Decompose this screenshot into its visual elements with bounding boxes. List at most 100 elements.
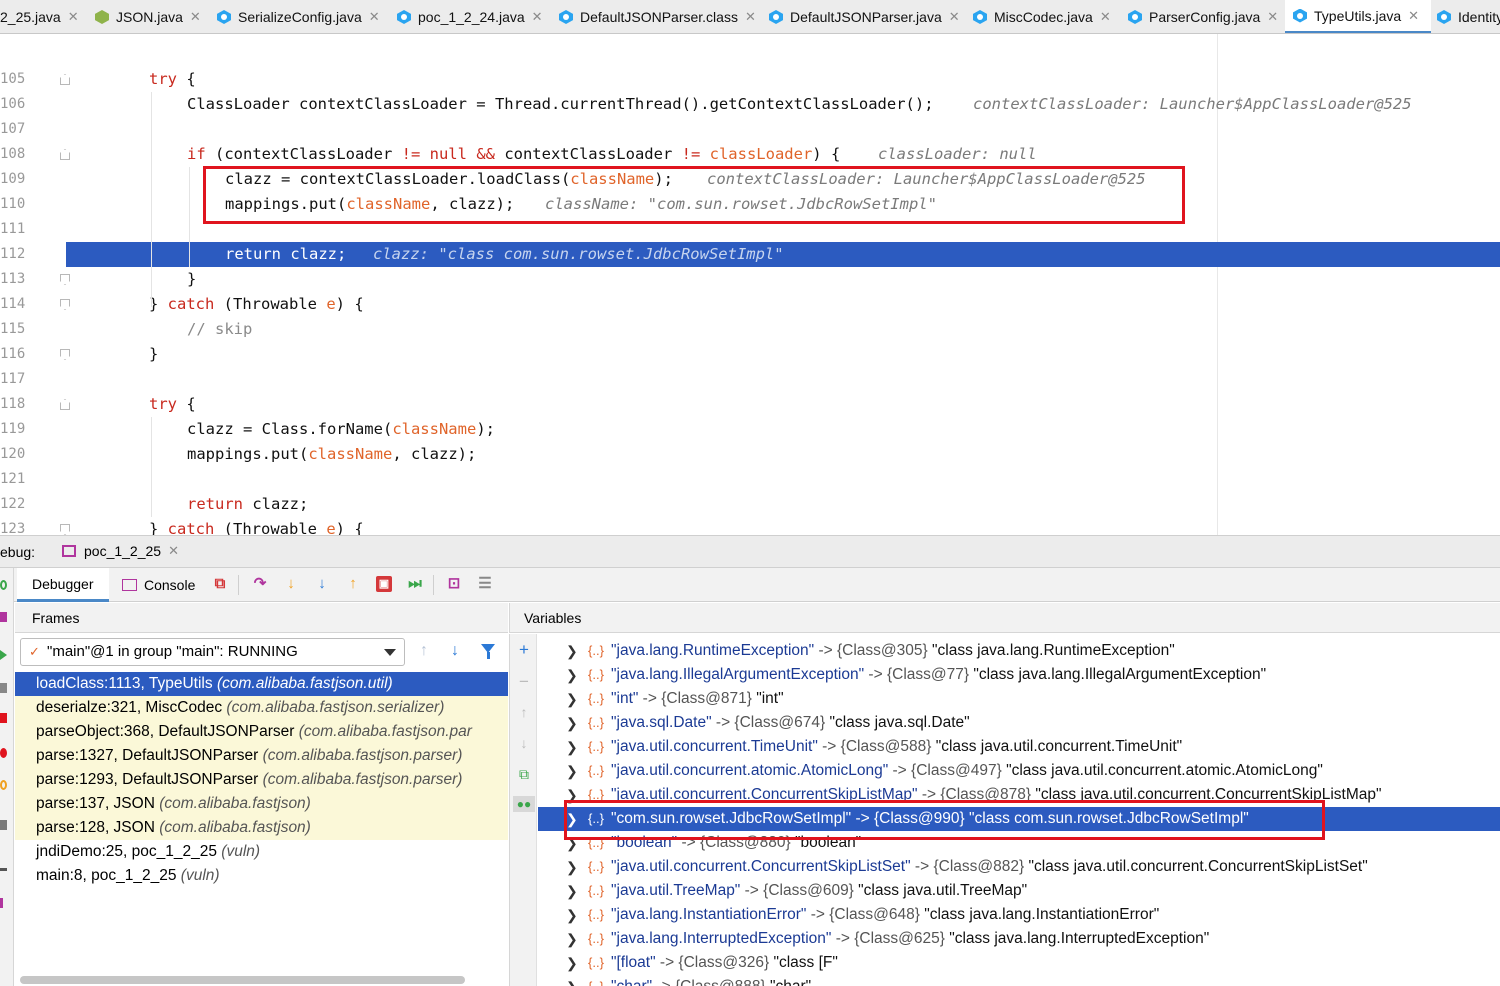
close-icon[interactable]: ✕ (369, 9, 380, 25)
variable-row[interactable]: ❯ {..} "java.util.concurrent.atomic.Atomi… (538, 759, 1500, 783)
expand-arrow-icon[interactable]: ❯ (566, 663, 578, 687)
tab-debugger[interactable]: Debugger (17, 568, 109, 602)
tab-typeutils-java[interactable]: TypeUtils.java ✕ (1285, 0, 1432, 33)
expand-arrow-icon[interactable]: ❯ (566, 711, 578, 735)
tab-identity[interactable]: Identity (1437, 0, 1500, 33)
variable-row[interactable]: ❯ {..} "java.lang.InterruptedException" -… (538, 927, 1500, 951)
fold-marker-icon[interactable] (60, 74, 70, 85)
variable-row[interactable]: ❯ {..} "java.util.concurrent.ConcurrentSk… (538, 855, 1500, 879)
code-editor[interactable]: 105 106 try { 107 ClassLoader contextCla… (0, 34, 1500, 535)
tab-parserconfig-java[interactable]: ParserConfig.java ✕ (1128, 0, 1278, 33)
variable-value: "class java.lang.RuntimeException" (932, 642, 1175, 659)
frame-method: parse:1327, DefaultJSONParser (36, 747, 259, 764)
fold-marker-icon[interactable] (60, 274, 70, 285)
fold-marker-icon[interactable] (60, 349, 70, 360)
tab-serializeconfig-java[interactable]: SerializeConfig.java ✕ (217, 0, 380, 33)
variable-row[interactable]: ❯ {..} "[float" -> {Class@326} "class [F" (538, 951, 1500, 975)
close-icon[interactable]: ✕ (168, 543, 179, 559)
move-down-icon[interactable]: ↓ (516, 735, 532, 751)
tab-2-25-java[interactable]: 2_25.java ✕ (0, 0, 79, 33)
variable-row[interactable]: ❯ {..} "java.sql.Date" -> {Class@674} "cl… (538, 711, 1500, 735)
horizontal-scrollbar[interactable] (20, 976, 465, 984)
expand-arrow-icon[interactable]: ❯ (566, 903, 578, 927)
expand-arrow-icon[interactable]: ❯ (566, 687, 578, 711)
add-watch-icon[interactable]: + (516, 641, 532, 658)
expand-arrow-icon[interactable]: ❯ (566, 975, 578, 986)
stack-frame[interactable]: parse:128, JSON (com.alibaba.fastjson) (15, 816, 508, 840)
settings-icon[interactable] (0, 868, 7, 871)
expand-arrow-icon[interactable]: ❯ (566, 951, 578, 975)
variable-row[interactable]: ❯ {..} "char" -> {Class@888} "char" (538, 975, 1500, 986)
step-over-icon[interactable]: ↷ (252, 576, 268, 592)
resume-icon[interactable] (0, 650, 7, 660)
stack-frame[interactable]: jndiDemo:25, poc_1_2_25 (vuln) (15, 840, 508, 864)
copy-icon[interactable]: ⧉ (516, 766, 532, 782)
stack-frame[interactable]: deserialze:321, MiscCodec (com.alibaba.f… (15, 696, 508, 720)
variable-row[interactable]: ❯ {..} "java.util.concurrent.TimeUnit" ->… (538, 735, 1500, 759)
close-icon[interactable]: ✕ (1267, 9, 1278, 25)
close-icon[interactable]: ✕ (190, 9, 201, 25)
tab-json-java[interactable]: JSON.java ✕ (95, 0, 201, 33)
step-into-icon[interactable]: ↓ (283, 576, 299, 592)
close-icon[interactable]: ✕ (532, 9, 543, 25)
fold-marker-icon[interactable] (60, 149, 70, 160)
stack-frame[interactable]: parseObject:368, DefaultJSONParser (com.… (15, 720, 508, 744)
tab-defaultjsonparser-java[interactable]: DefaultJSONParser.java ✕ (769, 0, 960, 33)
filter-icon[interactable] (481, 644, 495, 659)
tab-defaultjsonparser-class[interactable]: DefaultJSONParser.class ✕ (559, 0, 756, 33)
expand-arrow-icon[interactable]: ❯ (566, 879, 578, 903)
stack-frame[interactable]: main:8, poc_1_2_25 (vuln) (15, 864, 508, 888)
expand-arrow-icon[interactable]: ❯ (566, 735, 578, 759)
move-up-icon[interactable]: ↑ (516, 704, 532, 720)
fold-marker-icon[interactable] (60, 524, 70, 535)
modify-config-icon[interactable] (0, 612, 7, 622)
variable-row[interactable]: ❯ {..} "java.lang.IllegalArgumentExceptio… (538, 663, 1500, 687)
mute-breakpoints-icon[interactable] (0, 780, 7, 790)
expand-arrow-icon[interactable]: ❯ (566, 855, 578, 879)
variable-value: "class java.lang.IllegalArgumentExceptio… (973, 666, 1267, 683)
trace-current-stream-icon[interactable]: ☰ (477, 576, 493, 592)
evaluate-expression-icon[interactable]: ⊡ (446, 576, 462, 592)
run-to-cursor-icon[interactable]: ⏭ (407, 576, 423, 592)
variable-ref: -> {Class@625} (831, 930, 950, 947)
close-icon[interactable]: ✕ (1408, 8, 1419, 24)
thread-selector[interactable]: ✓ "main"@1 in group "main": RUNNING (20, 638, 405, 666)
pin-icon[interactable] (0, 898, 3, 908)
stack-frame[interactable]: loadClass:1113, TypeUtils (com.alibaba.f… (15, 672, 508, 696)
tab-console[interactable]: Console (122, 568, 195, 602)
variable-row[interactable]: ❯ {..} "java.lang.RuntimeException" -> {C… (538, 639, 1500, 663)
variable-row[interactable]: ❯ {..} "java.util.TreeMap" -> {Class@609}… (538, 879, 1500, 903)
expand-arrow-icon[interactable]: ❯ (566, 639, 578, 663)
fold-marker-icon[interactable] (60, 399, 70, 410)
tab-misccodec-java[interactable]: MiscCodec.java ✕ (973, 0, 1111, 33)
stack-frame[interactable]: parse:1293, DefaultJSONParser (com.aliba… (15, 768, 508, 792)
camera-icon[interactable] (0, 820, 7, 830)
fold-marker-icon[interactable] (60, 299, 70, 310)
drop-frame-icon[interactable]: ▣ (376, 576, 392, 592)
expand-arrow-icon[interactable]: ❯ (566, 927, 578, 951)
next-frame-icon[interactable]: ↓ (451, 642, 459, 660)
stack-frame[interactable]: parse:1327, DefaultJSONParser (com.aliba… (15, 744, 508, 768)
rerun-icon[interactable] (0, 580, 7, 590)
close-icon[interactable]: ✕ (949, 9, 960, 25)
stack-frame[interactable]: parse:137, JSON (com.alibaba.fastjson) (15, 792, 508, 816)
show-execution-point-icon[interactable]: ⧉ (212, 576, 228, 592)
step-out-icon[interactable]: ↑ (345, 576, 361, 592)
glasses-icon[interactable]: ●● (513, 796, 535, 812)
close-icon[interactable]: ✕ (1100, 9, 1111, 25)
pause-icon[interactable] (0, 683, 7, 693)
code-text: (Throwable (214, 520, 327, 535)
variable-row[interactable]: ❯ {..} "java.lang.InstantiationError" -> … (538, 903, 1500, 927)
stop-icon[interactable] (0, 713, 7, 723)
variable-row[interactable]: ❯ {..} "int" -> {Class@871} "int" (538, 687, 1500, 711)
map-entry-icon: {..} (588, 715, 604, 730)
remove-watch-icon[interactable]: − (516, 673, 532, 690)
debug-session-tab[interactable]: poc_1_2_25 ✕ (62, 543, 179, 559)
expand-arrow-icon[interactable]: ❯ (566, 759, 578, 783)
view-breakpoints-icon[interactable] (0, 748, 7, 758)
close-icon[interactable]: ✕ (745, 9, 756, 25)
close-icon[interactable]: ✕ (68, 9, 79, 25)
force-step-into-icon[interactable]: ↓ (314, 576, 330, 592)
tab-poc-1-2-24-java[interactable]: poc_1_2_24.java ✕ (397, 0, 543, 33)
previous-frame-icon[interactable]: ↑ (420, 642, 428, 660)
